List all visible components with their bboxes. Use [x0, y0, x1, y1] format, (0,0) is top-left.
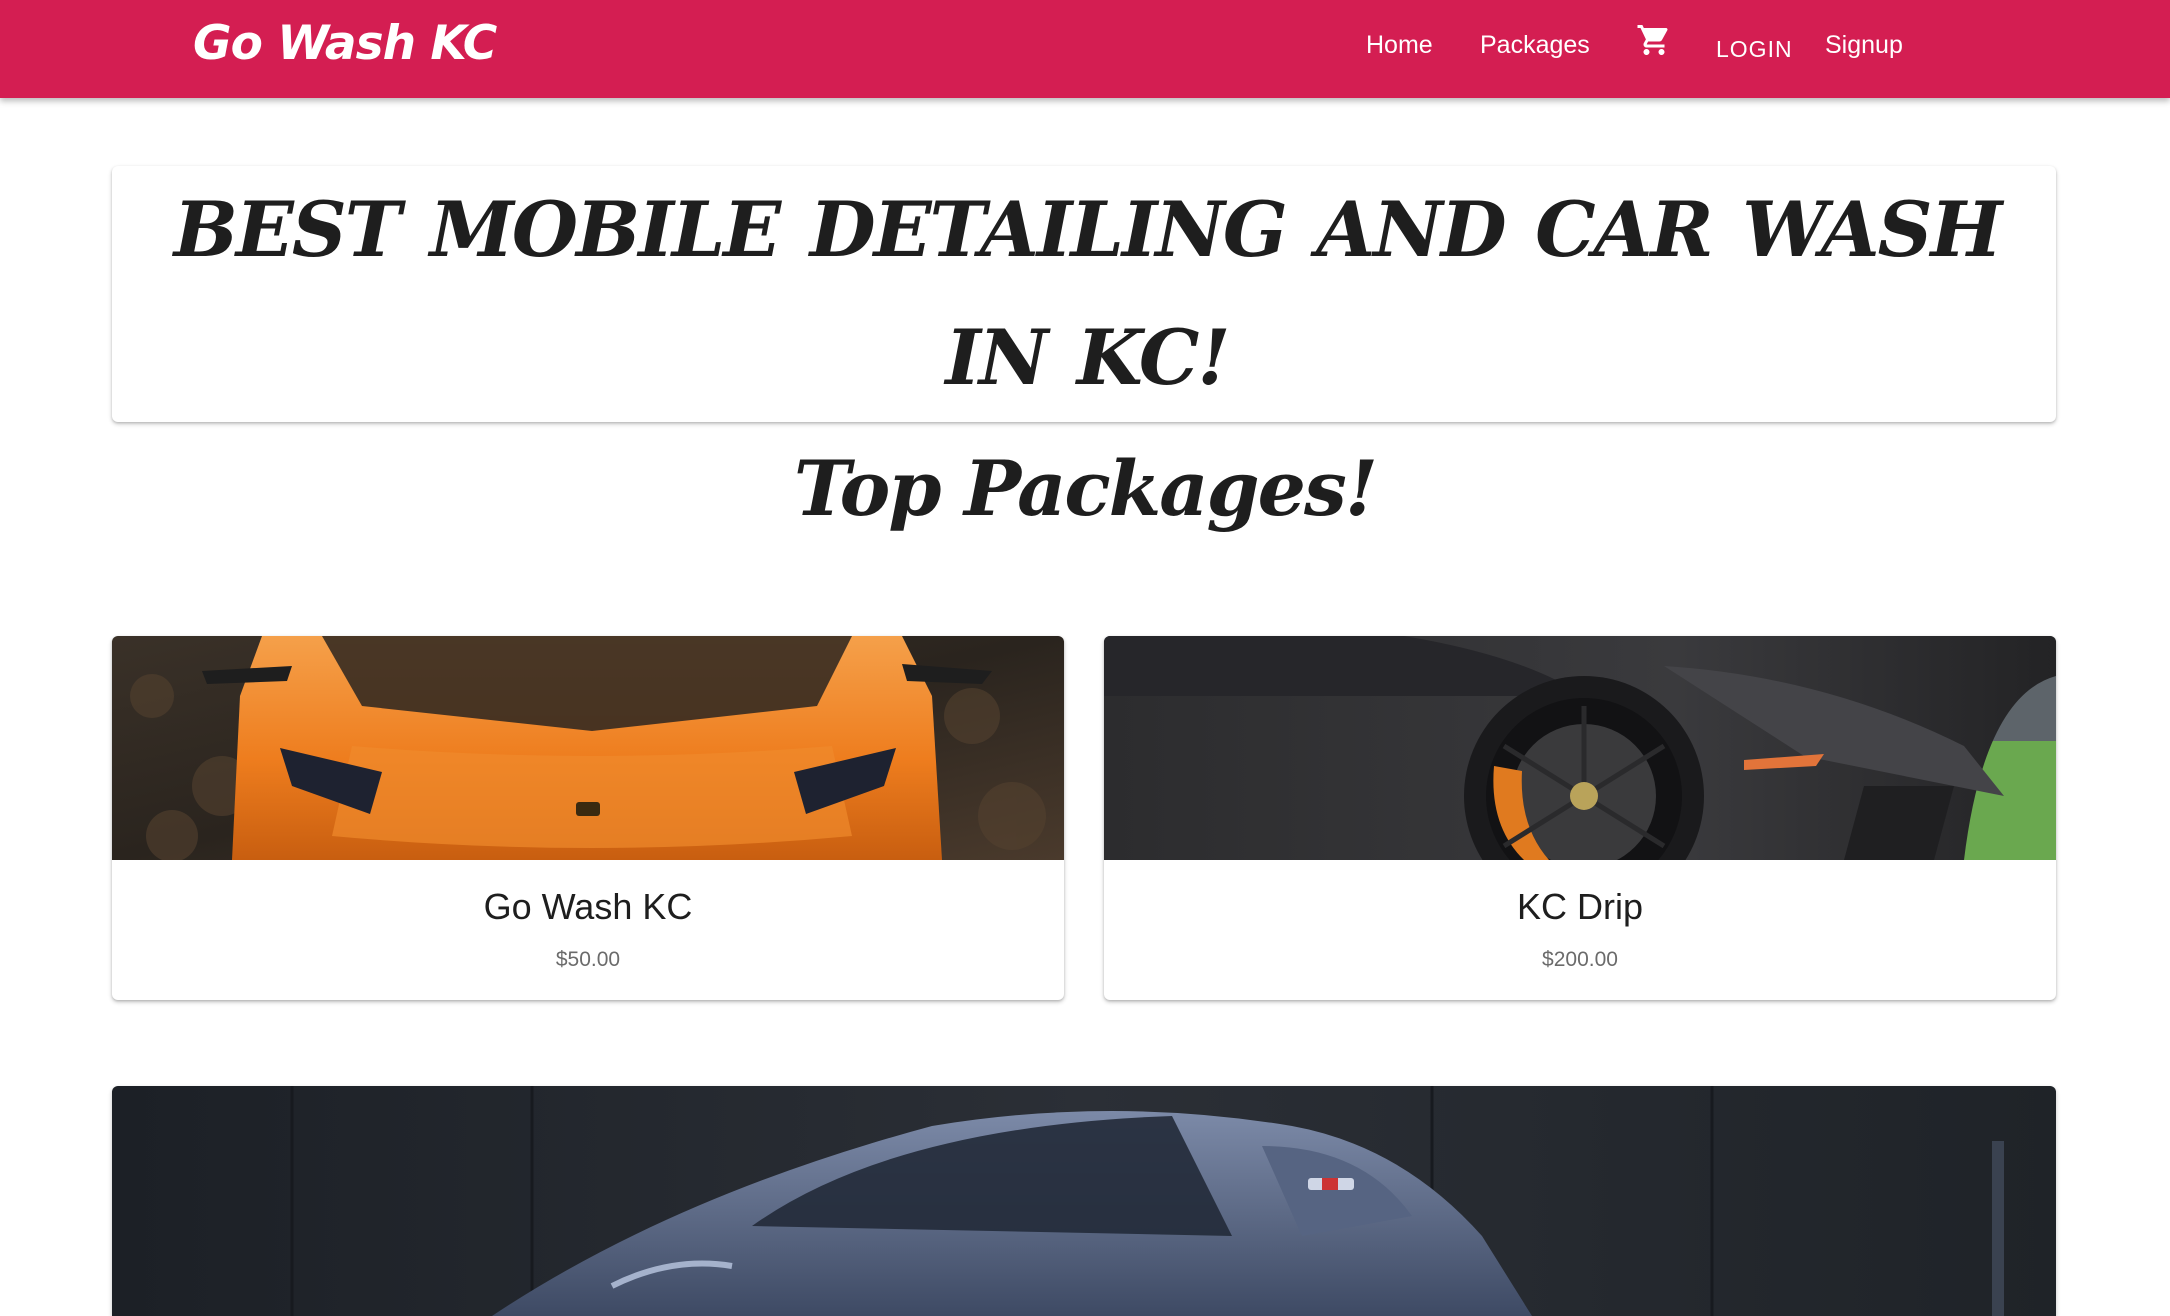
nav-home-link[interactable]: Home: [1366, 31, 1433, 60]
login-button[interactable]: LOGIN: [1716, 36, 1793, 63]
hero-banner-card: BEST MOBILE DETAILING AND CAR WASH IN KC…: [112, 166, 2056, 422]
brand-logo[interactable]: Go Wash KC: [193, 16, 497, 71]
orange-sports-car-photo: [112, 636, 1064, 860]
blue-sports-car-photo: [112, 1086, 2056, 1316]
package-price: $200.00: [1542, 948, 1618, 971]
shopping-cart-icon[interactable]: [1636, 22, 1672, 58]
package-price: $50.00: [555, 948, 621, 971]
shopping-cart-icon-graphic: [1637, 25, 1668, 55]
nav-packages-link[interactable]: Packages: [1480, 31, 1590, 60]
top-packages-heading: Top Packages!: [793, 444, 1378, 533]
package-card[interactable]: KC Drip $200.00: [1104, 636, 2056, 1000]
package-card[interactable]: Go Wash KC $50.00: [112, 636, 1064, 1000]
top-navbar: Go Wash KC Home Packages LOGIN Signup: [0, 0, 2170, 98]
featured-car-banner: [112, 1086, 2056, 1316]
black-sports-car-wheel-photo: [1104, 636, 2056, 860]
hero-title: BEST MOBILE DETAILING AND CAR WASH IN KC…: [173, 185, 2003, 402]
package-name: KC Drip: [1516, 886, 1644, 927]
package-name: Go Wash KC: [483, 886, 693, 927]
signup-link[interactable]: Signup: [1825, 31, 1903, 60]
